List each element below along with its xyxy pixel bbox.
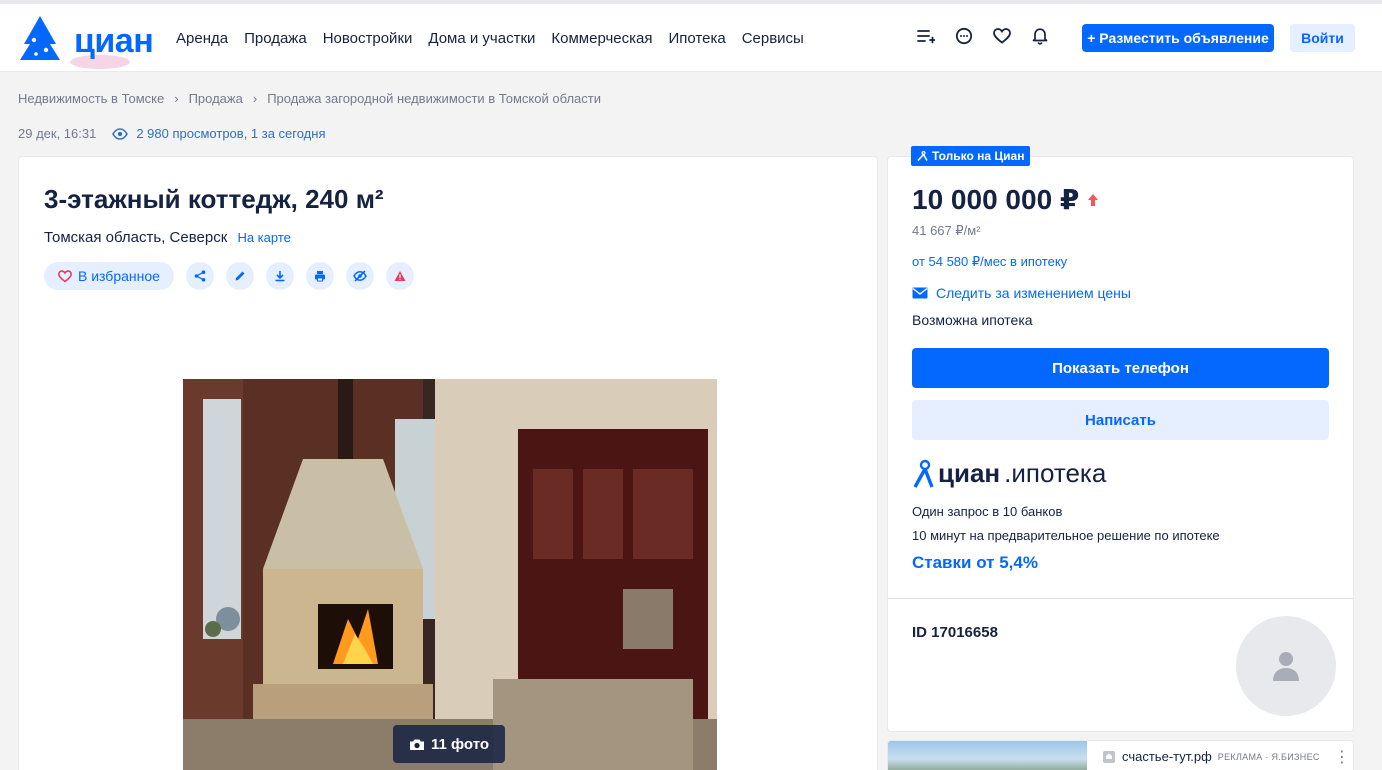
views-count: 2 980 просмотров, 1 за сегодня [136, 126, 326, 141]
price-card: 10 000 000 ₽ 41 667 ₽/м² от 54 580 ₽/мес… [887, 156, 1354, 599]
header-icons [916, 26, 1050, 46]
ad-site: счастье-тут.рф [1122, 749, 1212, 764]
camera-icon [409, 739, 424, 750]
share-icon[interactable] [185, 262, 214, 290]
logo-text: циан [74, 22, 154, 60]
heart-icon[interactable] [992, 26, 1012, 46]
avatar[interactable] [1236, 616, 1336, 716]
chat-icon[interactable] [954, 26, 974, 46]
ipoteka-info-line: Один запрос в 10 банков [912, 504, 1063, 519]
report-icon[interactable] [385, 262, 414, 290]
ipoteka-brand: циан [938, 458, 1001, 488]
chevron-right-icon: › [174, 91, 179, 106]
listing-address: Томская область, Северск На карте [44, 229, 291, 246]
listing-photo[interactable] [183, 379, 717, 770]
ad-banner[interactable]: счастье-тут.рф РЕКЛАМА · Я.БИЗНЕС ⋮ [887, 740, 1354, 770]
address-text: Томская область, Северск [44, 229, 228, 246]
write-message-button[interactable]: Написать [912, 400, 1329, 440]
nav-mortgage[interactable]: Ипотека [668, 30, 725, 47]
favorite-button[interactable]: В избранное [44, 262, 174, 290]
views-link[interactable]: 2 980 просмотров, 1 за сегодня [112, 126, 326, 141]
listing-price: 10 000 000 ₽ [912, 183, 1099, 216]
eye-icon [112, 127, 129, 140]
mortgage-payment-link[interactable]: от 54 580 ₽/мес в ипотеку [912, 254, 1067, 270]
price-up-arrow-icon[interactable] [1087, 193, 1099, 207]
site-favicon-icon [1103, 750, 1115, 763]
cian-ipoteka-logo[interactable]: циан .ипотека [912, 458, 1106, 489]
nav-services[interactable]: Сервисы [742, 30, 804, 47]
download-icon[interactable] [265, 262, 294, 290]
badge-label: Только на Циан [932, 149, 1025, 163]
price-value: 10 000 000 ₽ [912, 184, 1080, 215]
listing-actions: В избранное [44, 262, 426, 290]
print-icon[interactable] [305, 262, 334, 290]
user-placeholder-icon [1273, 652, 1299, 681]
nav-sale[interactable]: Продажа [244, 30, 307, 47]
ad-house-image [888, 741, 1087, 770]
price-per-m2: 41 667 ₽/м² [912, 223, 981, 238]
breadcrumb: Недвижимость в Томске › Продажа › Продаж… [18, 91, 601, 106]
cian-mark-icon [917, 151, 928, 161]
photo-count-button[interactable]: 11 фото [393, 725, 505, 763]
breadcrumb-item[interactable]: Продажа [189, 91, 243, 106]
mail-icon [912, 287, 928, 299]
listing-date: 29 дек, 16:31 [18, 126, 97, 141]
more-options-icon[interactable]: ⋮ [1334, 747, 1350, 767]
map-link[interactable]: На карте [237, 230, 290, 245]
site-header: циан Аренда Продажа Новостройки Дома и у… [0, 0, 1382, 72]
nav-new-buildings[interactable]: Новостройки [323, 30, 413, 47]
login-button[interactable]: Войти [1290, 24, 1355, 52]
photo-count-label: 11 фото [430, 735, 490, 753]
main-nav: Аренда Продажа Новостройки Дома и участк… [176, 30, 820, 47]
nav-houses[interactable]: Дома и участки [428, 30, 535, 47]
listing-id-card: ID 17016658 [887, 598, 1354, 732]
show-phone-button[interactable]: Показать телефон [912, 348, 1329, 388]
ad-text: счастье-тут.рф РЕКЛАМА · Я.БИЗНЕС [1102, 749, 1320, 764]
bell-icon[interactable] [1030, 26, 1050, 46]
heart-outline-icon [58, 269, 72, 283]
follow-price-link[interactable]: Следить за изменением цены [912, 285, 1131, 301]
breadcrumb-item[interactable]: Продажа загородной недвижимости в Томско… [267, 91, 601, 106]
post-listing-button[interactable]: + Разместить объявление [1082, 24, 1274, 52]
listing-id: ID 17016658 [912, 624, 998, 641]
fireplace-photo-image [183, 379, 717, 770]
ipoteka-suffix: .ипотека [1004, 458, 1107, 488]
favorite-label: В избранное [78, 268, 160, 284]
chevron-right-icon: › [252, 91, 258, 106]
ipoteka-info-line: 10 минут на предварительное решение по и… [912, 528, 1220, 543]
ipoteka-rate-link[interactable]: Ставки от 5,4% [912, 553, 1038, 573]
listing-title: 3-этажный коттедж, 240 м² [44, 184, 384, 214]
edit-icon[interactable] [225, 262, 254, 290]
ad-tag: РЕКЛАМА · Я.БИЗНЕС [1217, 751, 1320, 762]
listing-meta: 29 дек, 16:31 2 980 просмотров, 1 за сег… [18, 126, 326, 141]
nav-rent[interactable]: Аренда [176, 30, 228, 47]
listing-card: 3-этажный коттедж, 240 м² Томская област… [18, 156, 878, 770]
nav-commercial[interactable]: Коммерческая [551, 30, 652, 47]
follow-price-label: Следить за изменением цены [936, 285, 1131, 301]
compare-list-icon[interactable] [916, 26, 936, 46]
breadcrumb-item[interactable]: Недвижимость в Томске [18, 91, 164, 106]
mortgage-possible-text: Возможна ипотека [912, 312, 1033, 328]
ipoteka-logo-icon [913, 459, 934, 488]
cian-logo[interactable]: циан [20, 14, 154, 70]
only-cian-badge: Только на Циан [911, 146, 1031, 166]
hide-icon[interactable] [345, 262, 374, 290]
